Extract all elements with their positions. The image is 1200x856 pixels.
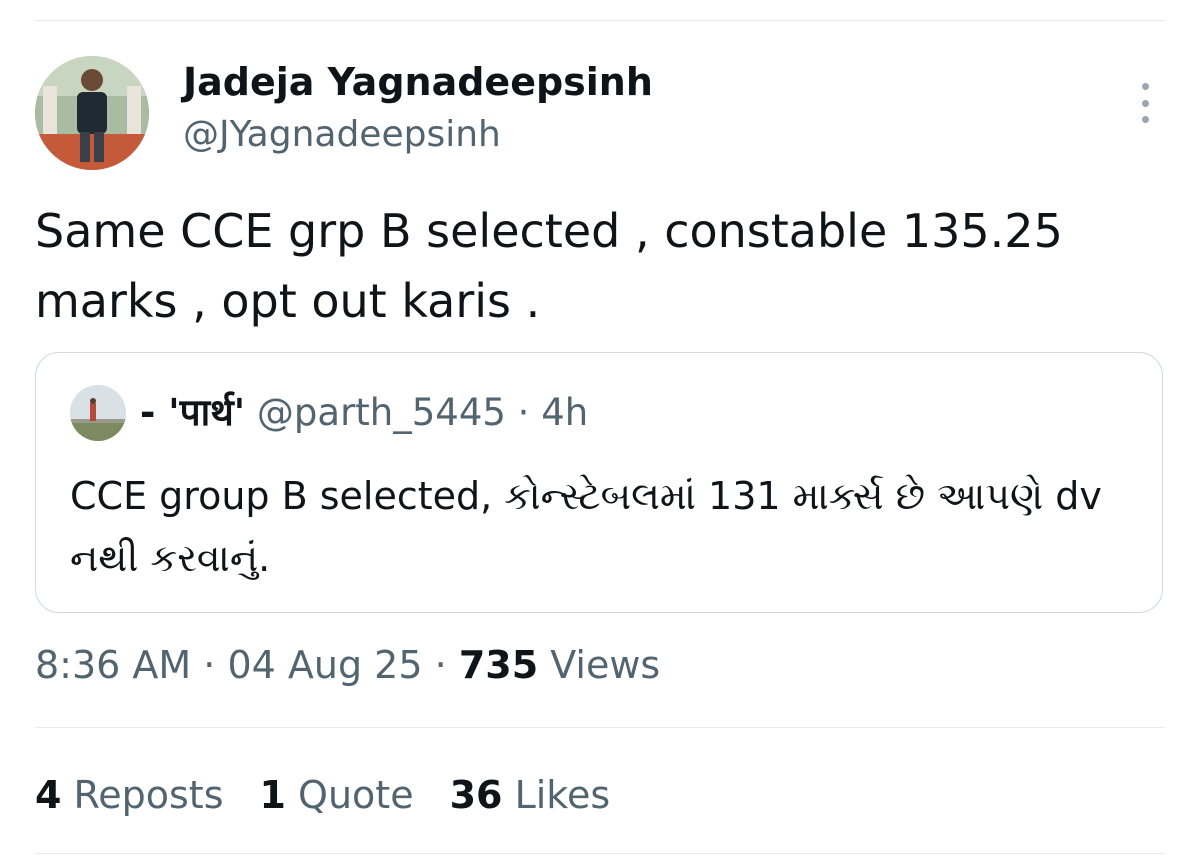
more-dot [1141,83,1149,90]
engagement-stats: 4 Reposts 1 Quote 36 Likes [35,770,610,820]
author-avatar[interactable] [35,56,149,170]
more-dot [1141,99,1149,107]
quote-separator: · [517,391,530,434]
views-label: Views [550,643,661,687]
quote-meta: - 'पार्थ' @parth_5445 · 4h [140,391,588,435]
timestamp-separator: · [434,643,459,687]
more-vertical-icon[interactable] [1135,83,1155,123]
quote-author-handle: @parth_5445 [256,391,506,434]
stats-divider [35,727,1165,728]
author-handle[interactable]: @JYagnadeepsinh [183,113,501,157]
likes-count: 36 [449,773,503,817]
quotes-label: Quote [298,773,414,817]
tweet-timestamp-row: 8:36 AM · 04 Aug 25 · 735 Views [35,640,660,690]
quote-author-name: - 'पार्थ' [140,391,246,434]
reposts-stat[interactable]: 4 Reposts [35,770,224,820]
author-name[interactable]: Jadeja Yagnadeepsinh [183,59,653,105]
quotes-stat[interactable]: 1 Quote [260,770,414,820]
quotes-count: 1 [259,773,286,817]
likes-label: Likes [514,773,611,817]
likes-stat[interactable]: 36 Likes [450,770,611,820]
quote-tweet-card[interactable]: - 'पार्थ' @parth_5445 · 4h CCE group B s… [35,352,1163,613]
more-dot [1141,116,1149,123]
tweet-date[interactable]: 04 Aug 25 [227,643,422,687]
tweet-header: Jadeja Yagnadeepsinh @JYagnadeepsinh [35,53,1165,173]
quote-time: 4h [541,391,589,434]
quote-text: CCE group B selected, કોન્સ્ટેબલમાં 131 … [70,474,1102,580]
timestamp-separator: · [203,643,228,687]
quote-author-avatar [70,385,126,441]
tweet-time[interactable]: 8:36 AM [35,643,191,687]
bottom-divider [35,853,1165,854]
top-divider [35,20,1165,21]
reposts-count: 4 [35,773,62,817]
reposts-label: Reposts [73,773,224,817]
tweet-text: Same CCE grp B selected , constable 135.… [35,204,1063,328]
views-count: 735 [458,643,539,687]
